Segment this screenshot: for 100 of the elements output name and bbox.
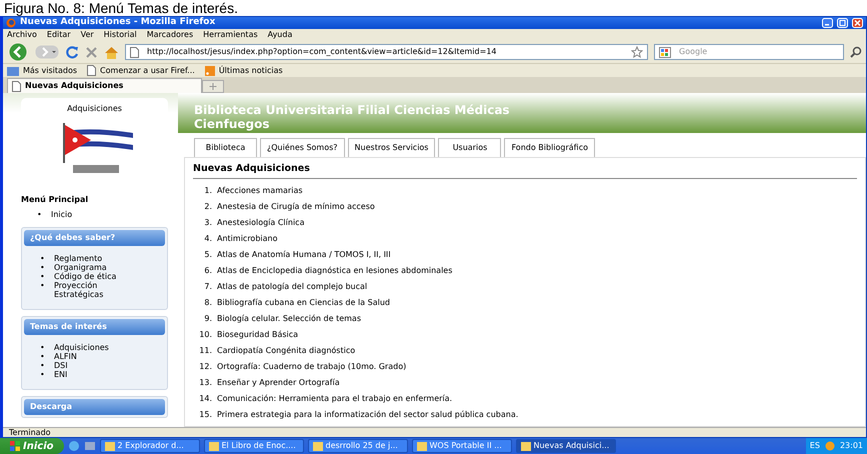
menu-item[interactable]: Herramientas xyxy=(203,29,258,41)
menu-item[interactable]: Ayuda xyxy=(268,29,292,41)
list-item-text: Primera estrategia para la informatización del sector salud pública cubana. xyxy=(217,409,518,422)
bullet-text: • xyxy=(40,361,46,370)
menu-link[interactable]: DSI xyxy=(54,361,68,370)
menu-link[interactable]: ALFIN xyxy=(54,352,77,361)
list-number: 2. xyxy=(203,201,212,214)
menu-item[interactable]: Archivo xyxy=(7,29,37,41)
figure-caption: Figura No. 8: Menú Temas de interés. xyxy=(3,0,239,16)
bullet-text: • xyxy=(40,352,46,361)
nav-tab[interactable]: Fondo Bibliográfico xyxy=(504,138,596,157)
bullet-text: • xyxy=(40,272,46,281)
bullet-text: • xyxy=(40,254,46,263)
list-number: 15. xyxy=(198,409,212,422)
list-item-text: Bibliografía cubana en Ciencias de la Salud xyxy=(217,297,390,310)
page-icon xyxy=(12,80,21,92)
article-title: Nuevas Adquisiciones xyxy=(193,162,857,180)
search-icon[interactable] xyxy=(850,46,862,58)
feed-icon xyxy=(204,66,215,76)
nav-tab[interactable]: Nuestros Servicios xyxy=(348,138,436,157)
home-icon[interactable] xyxy=(104,46,119,58)
module-header: Descarga xyxy=(24,399,165,415)
menu-heading: Menú Principal xyxy=(21,194,90,206)
list-item-text: Afecciones mamarias xyxy=(217,185,303,198)
taskbar-button[interactable]: desrrollo 25 de j... xyxy=(308,439,408,453)
list-item-text: Biología celular. Selección de temas xyxy=(217,313,361,326)
nav-tab[interactable]: ¿Quiénes Somos? xyxy=(260,138,345,157)
list-number: 10. xyxy=(198,329,212,342)
list-number: 11. xyxy=(198,345,212,358)
list-item-text: Cardiopatía Congénita diagnóstico xyxy=(217,345,356,358)
bullet-text: • xyxy=(40,281,46,292)
menu-link[interactable]: Adquisiciones xyxy=(54,343,109,352)
sidebar-heading: Adquisiciones xyxy=(66,103,123,115)
list-item-text: Comunicación: Herramienta para el trabajo en enfermería. xyxy=(217,393,452,406)
window-title: Nuevas Adquisiciones - Mozilla Firefox xyxy=(20,16,216,30)
taskbar-button[interactable]: Nuevas Adquisici... xyxy=(516,439,616,453)
menu-link[interactable]: Código de ética xyxy=(54,272,116,281)
list-number: 8. xyxy=(203,297,212,310)
bullet-text: • xyxy=(37,210,43,219)
maximize-icon[interactable] xyxy=(837,18,848,28)
module-header: ¿Qué debes saber? xyxy=(24,230,165,246)
language-indicator: ES xyxy=(810,440,820,452)
menu-item[interactable]: Marcadores xyxy=(146,29,194,41)
new-tab-icon[interactable] xyxy=(202,80,224,93)
list-number: 3. xyxy=(203,217,212,230)
list-item-text: Anestesia de Cirugía de mínimo acceso xyxy=(217,201,375,214)
menu-item[interactable]: Historial xyxy=(104,29,137,41)
menu-link[interactable]: ENI xyxy=(54,370,68,379)
windows-logo-icon xyxy=(10,441,20,451)
list-number: 1. xyxy=(203,185,212,198)
bullet-text: • xyxy=(40,263,46,272)
close-icon[interactable] xyxy=(852,18,863,28)
menu-link[interactable]: Reglamento xyxy=(54,254,102,263)
list-number: 14. xyxy=(198,393,212,406)
bullet-text: • xyxy=(40,343,46,352)
start-button[interactable]: Inicio xyxy=(0,438,64,454)
menu-item[interactable]: Editar xyxy=(46,29,71,41)
clock: 23:01 xyxy=(840,440,863,452)
list-item-text: Enseñar y Aprender Ortografía xyxy=(217,377,340,390)
nav-tab[interactable]: Biblioteca xyxy=(194,138,257,157)
address-field[interactable]: http://localhost/jesus/index.php?option=com_content&view=article&id=12&Itemid=14 xyxy=(125,44,648,60)
list-item-text: Anestesiología Clínica xyxy=(217,217,304,230)
menu-link[interactable]: Proyección Estratégicas xyxy=(54,281,145,299)
page-icon xyxy=(87,65,96,76)
status-text: Terminado xyxy=(3,427,866,437)
star-icon[interactable] xyxy=(631,46,643,58)
taskbar-button[interactable]: WOS Portable II ... xyxy=(412,439,512,453)
bookmark-link[interactable]: Últimas noticias xyxy=(204,64,283,76)
site-title: Biblioteca Universitaria Filial Ciencias Médicas Cienfuegos xyxy=(193,102,511,133)
list-item-text: Atlas de patología del complejo bucal xyxy=(217,281,368,294)
list-item-text: Antimicrobiano xyxy=(217,233,278,246)
bookmark-link[interactable]: Más visitados xyxy=(7,64,78,76)
list-number: 13. xyxy=(198,377,212,390)
list-item-text: Atlas de Anatomía Humana / TOMOS I, II, III xyxy=(217,249,391,262)
list-number: 6. xyxy=(203,265,212,278)
stop-icon[interactable] xyxy=(85,46,98,58)
list-number: 4. xyxy=(203,233,212,246)
reload-icon[interactable] xyxy=(65,45,79,59)
module-header: Temas de interés xyxy=(24,319,165,335)
bookmark-link[interactable]: Comenzar a usar Firef... xyxy=(87,64,195,76)
taskbar-button[interactable]: El Libro de Enoc.... xyxy=(204,439,304,453)
list-number: 5. xyxy=(203,249,212,262)
list-number: 9. xyxy=(203,313,212,326)
menu-link[interactable]: Inicio xyxy=(51,210,72,219)
page-icon xyxy=(130,46,139,58)
nav-tab[interactable]: Usuarios xyxy=(438,138,502,157)
back-icon[interactable] xyxy=(7,43,29,61)
list-item-text: Ortografía: Cuaderno de trabajo (10mo. Grado) xyxy=(217,361,406,374)
minimize-icon[interactable] xyxy=(822,18,833,28)
list-item-text: Atlas de Enciclopedia diagnóstica en lesiones abdominales xyxy=(217,265,452,278)
tray-icon xyxy=(824,441,835,451)
folder-icon xyxy=(7,66,19,76)
taskbar-button[interactable]: 2 Explorador d... xyxy=(100,439,200,453)
list-item-text: Bioseguridad Básica xyxy=(217,329,298,342)
list-number: 12. xyxy=(198,361,212,374)
menu-link[interactable]: Organigrama xyxy=(54,263,107,272)
menu-item[interactable]: Ver xyxy=(80,29,94,41)
browser-tab[interactable]: Nuevas Adquisiciones xyxy=(7,78,202,93)
list-number: 7. xyxy=(203,281,212,294)
bullet-text: • xyxy=(40,370,46,379)
